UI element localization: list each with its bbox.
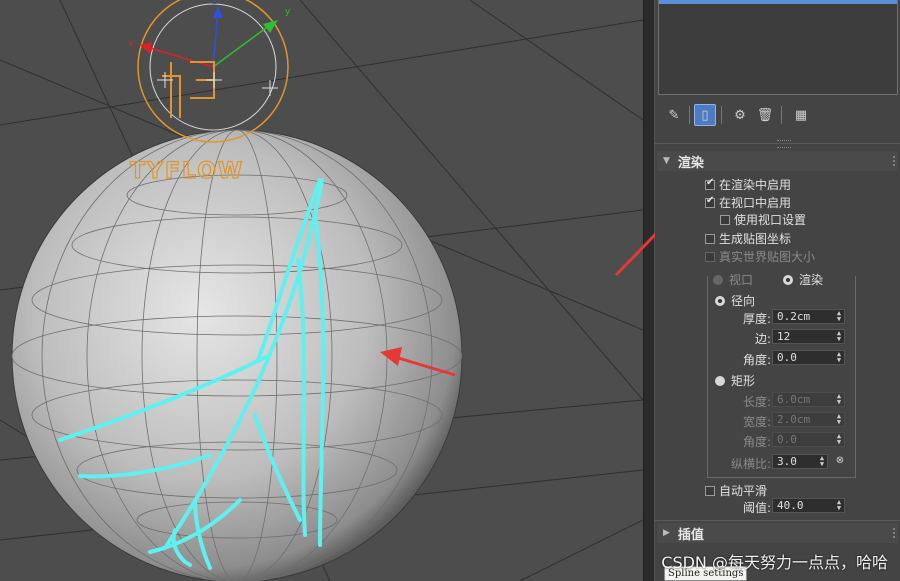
enable-in-renderer-checkbox[interactable]: 在渲染中启用 <box>705 176 791 193</box>
modifier-stack-icon[interactable]: ▯ <box>694 104 716 126</box>
toolbar-separator <box>781 106 782 124</box>
rect-angle-spinner: 0.0 ▲ ▼ <box>772 432 845 447</box>
real-world-map-size-checkbox: 真实世界贴图大小 <box>705 248 815 265</box>
trash-icon[interactable]: 🗑 <box>754 104 776 126</box>
width-spinner: 2.0cm ▲ ▼ <box>772 412 845 427</box>
width-label: 宽度: <box>742 415 771 429</box>
lock-aspect-icon[interactable]: ⊗ <box>833 452 847 468</box>
length-spinner: 6.0cm ▲ ▼ <box>772 392 845 407</box>
mode-render-radio[interactable]: 渲染 <box>783 271 823 288</box>
rect-angle-label: 角度: <box>742 435 771 449</box>
sides-label: 边: <box>754 332 771 346</box>
radial-angle-label: 角度: <box>742 353 771 367</box>
length-label: 长度: <box>742 395 771 409</box>
spinner-arrows-icon: ▲ ▼ <box>836 412 842 426</box>
checkbox-box[interactable] <box>705 195 715 208</box>
aspect-label: 纵横比: <box>730 457 771 471</box>
3d-viewport[interactable]: y x z TYFLOW <box>0 0 643 581</box>
interpolation-rollout-header[interactable]: ▶ 插值 <box>657 523 898 543</box>
tyflow-logo-mark <box>162 61 215 118</box>
checkbox-box[interactable] <box>705 177 715 190</box>
modifier-toolbar: ✎ ▯ ⚙ 🗑 ▦ <box>655 100 900 130</box>
panel-grip[interactable] <box>777 140 791 148</box>
spinner-arrows-icon[interactable]: ▲ ▼ <box>836 330 842 343</box>
tyflow-logo-text: TYFLOW <box>130 159 244 184</box>
thickness-spinner[interactable]: 0.2cm ▲ ▼ <box>772 309 845 324</box>
radio-dot[interactable] <box>715 295 725 306</box>
radio-dot[interactable] <box>715 375 725 386</box>
use-viewport-settings-checkbox[interactable]: 使用视口设置 <box>720 211 806 228</box>
pin-icon[interactable]: ✎ <box>663 104 685 126</box>
checkbox-box[interactable] <box>705 233 715 244</box>
radio-dot[interactable] <box>783 274 793 285</box>
watermark: CSDN @每天努力一点点，哈哈 <box>661 553 888 572</box>
make-unique-icon[interactable]: ⚙ <box>729 104 751 126</box>
spinner-arrows-icon: ▲ ▼ <box>836 432 842 446</box>
drag-handle-icon[interactable] <box>892 527 896 539</box>
radial-angle-spinner[interactable]: 0.0 ▲ ▼ <box>772 350 845 365</box>
aspect-spinner[interactable]: 3.0 ▲ ▼ <box>772 454 828 469</box>
checkbox-box[interactable] <box>705 485 715 496</box>
radio-dot[interactable] <box>713 274 723 285</box>
spinner-arrows-icon[interactable]: ▲ ▼ <box>836 351 842 364</box>
collapse-icon: ▼ <box>663 156 670 166</box>
app-window: y x z TYFLOW ✎ ▯ ⚙ 🗑 ▦ ▼ 渲染 ✔ 在渲染中启用 ✔ 在… <box>0 0 900 581</box>
command-panel: ✎ ▯ ⚙ 🗑 ▦ ▼ 渲染 在渲染中启用 在视口中启用 使用视口设置 <box>655 0 900 581</box>
expand-icon: ▶ <box>663 528 670 538</box>
checkbox-box <box>705 251 715 262</box>
configure-icon[interactable]: ▦ <box>790 104 812 126</box>
checkbox-box[interactable] <box>720 214 730 225</box>
svg-text:z: z <box>212 0 217 7</box>
rendering-rollout-header[interactable]: ▼ 渲染 <box>657 151 898 171</box>
auto-smooth-checkbox[interactable]: 自动平滑 <box>705 482 767 499</box>
generate-mapping-checkbox[interactable]: 生成贴图坐标 <box>705 230 791 247</box>
panel-separator <box>655 143 900 144</box>
modifier-stack-list[interactable] <box>658 0 898 95</box>
rollout-title: 渲染 <box>677 155 704 171</box>
selected-stack-item[interactable] <box>659 0 897 4</box>
sides-spinner[interactable]: 12 ▲ ▼ <box>772 329 845 344</box>
svg-text:y: y <box>285 7 291 17</box>
spinner-arrows-icon[interactable]: ▲ ▼ <box>836 499 842 512</box>
spinner-arrows-icon[interactable]: ▲ ▼ <box>836 310 842 323</box>
panel-separator <box>655 520 900 521</box>
rectangular-radio[interactable]: 矩形 <box>715 372 755 389</box>
enable-in-viewport-checkbox[interactable]: 在视口中启用 <box>705 194 791 211</box>
toolbar-separator <box>721 106 722 124</box>
rollout-title: 插值 <box>677 527 704 543</box>
radial-radio[interactable]: 径向 <box>715 292 755 309</box>
threshold-spinner[interactable]: 40.0 ▲ ▼ <box>772 498 845 513</box>
spinner-arrows-icon[interactable]: ▲ ▼ <box>819 455 825 468</box>
thickness-label: 厚度: <box>742 312 771 326</box>
svg-text:x: x <box>128 39 134 49</box>
toolbar-separator <box>689 106 690 124</box>
drag-handle-icon[interactable] <box>892 155 896 167</box>
viewport-canvas[interactable]: y x z TYFLOW <box>0 0 643 581</box>
spinner-arrows-icon: ▲ ▼ <box>836 392 842 406</box>
threshold-label: 阈值: <box>742 501 771 515</box>
mode-viewport-radio[interactable]: 视口 <box>713 271 753 288</box>
